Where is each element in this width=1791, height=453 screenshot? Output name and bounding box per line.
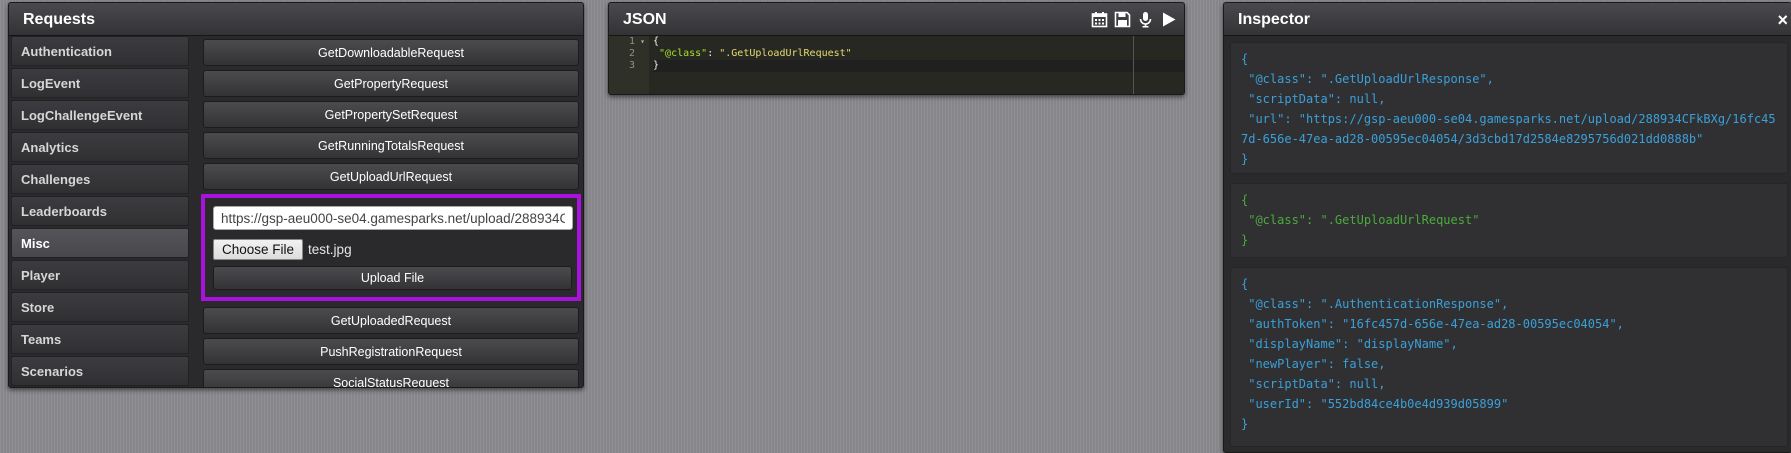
microphone-icon[interactable] [1136,10,1155,29]
get-running-totals-request-button[interactable]: GetRunningTotalsRequest [203,132,579,159]
code-line: "@class": ".GetUploadUrlRequest" [653,48,1184,60]
log-line: "@class": ".AuthenticationResponse", [1241,297,1509,311]
get-property-set-request-button[interactable]: GetPropertySetRequest [203,101,579,128]
json-editor[interactable]: 1 ▾ 2 3 { "@class": ".GetUploadUrlRequest… [609,36,1184,94]
log-line: } [1241,417,1249,431]
get-property-request-button[interactable]: GetPropertyRequest [203,70,579,97]
upload-form: Choose File test.jpg Upload File [201,194,581,301]
json-panel-title: JSON [609,3,1184,36]
editor-code: { "@class": ".GetUploadUrlRequest" } [653,36,1184,72]
category-logchallengeevent[interactable]: LogChallengeEvent [11,100,189,130]
category-misc[interactable]: Misc [11,228,189,258]
get-uploaded-request-button[interactable]: GetUploadedRequest [203,307,579,334]
code-line-active: } [653,60,1184,72]
category-teams[interactable]: Teams [11,324,189,354]
log-line: { [1241,277,1249,291]
get-downloadable-request-button[interactable]: GetDownloadableRequest [203,39,579,66]
log-entry-upload-url-request: { "@class": ".GetUploadUrlRequest"} [1230,183,1788,258]
json-panel: JSON 1 ▾ 2 3 { "@class": ".GetUploadUrlRe… [608,2,1185,95]
category-list: Authentication LogEvent LogChallengeEven… [9,36,191,387]
choose-file-button[interactable]: Choose File [213,239,304,260]
print-margin [1133,36,1134,94]
play-icon[interactable] [1159,10,1178,29]
inspector-panel: Inspector × { "@class": ".GetUploadUrlRe… [1223,2,1791,453]
line-number-text: 1 [628,36,635,47]
code-value: ".GetUploadUrlRequest" [719,48,852,59]
category-authentication[interactable]: Authentication [11,36,189,66]
inspector-panel-title: Inspector × [1224,3,1791,36]
json-panel-title-text: JSON [623,11,667,28]
category-scenarios[interactable]: Scenarios [11,356,189,386]
log-line: "displayName": "displayName", [1241,337,1458,351]
log-line: "scriptData": null, [1241,92,1386,106]
line-number: 3 [628,60,635,71]
calendar-icon[interactable] [1090,10,1109,29]
inspector-title-text: Inspector [1238,11,1311,28]
requests-panel: Requests Authentication LogEvent LogChal… [8,2,584,388]
log-line: { [1241,52,1249,66]
category-analytics[interactable]: Analytics [11,132,189,162]
log-line-url: "url": "https://gsp-aeu000-se04.gamespar… [1241,112,1776,146]
file-picker-row: Choose File test.jpg [213,239,569,260]
log-line: "newPlayer": false, [1241,357,1386,371]
log-entry-authentication-response: { "@class": ".AuthenticationResponse", "… [1230,267,1788,447]
log-line: { [1241,193,1249,207]
log-line: "authToken": "16fc457d-656e-47ea-ad28-00… [1241,317,1624,331]
save-icon[interactable] [1113,10,1132,29]
upload-file-button[interactable]: Upload File [213,266,572,290]
code-colon: : [707,48,720,59]
close-icon[interactable]: × [1777,4,1788,37]
requests-panel-title: Requests [9,3,583,36]
log-line: "userId": "552bd84ce4b0e4d939d05899" [1241,397,1509,411]
editor-gutter: 1 ▾ 2 3 [609,36,649,94]
log-line: } [1241,233,1249,247]
upload-url-input[interactable] [213,206,573,230]
log-line: "@class": ".GetUploadUrlRequest" [1241,213,1480,227]
log-line: "scriptData": null, [1241,377,1386,391]
code-line: { [653,36,660,47]
line-number: 1 ▾ [609,36,649,48]
log-line: "@class": ".GetUploadUrlResponse", [1241,72,1494,86]
category-leaderboards[interactable]: Leaderboards [11,196,189,226]
category-store[interactable]: Store [11,292,189,322]
social-status-request-button[interactable]: SocialStatusRequest [203,369,579,387]
code-key: "@class" [659,48,708,59]
line-number: 2 [628,48,635,59]
selected-file-name: test.jpg [308,242,352,257]
get-upload-url-request-button[interactable]: GetUploadUrlRequest [203,163,579,190]
category-player[interactable]: Player [11,260,189,290]
json-toolbar [1090,10,1178,29]
request-list: GetDownloadableRequest GetPropertyReques… [201,39,581,387]
category-challenges[interactable]: Challenges [11,164,189,194]
log-entry-upload-url-response: { "@class": ".GetUploadUrlResponse", "sc… [1230,42,1788,174]
push-registration-request-button[interactable]: PushRegistrationRequest [203,338,579,365]
fold-arrow-icon[interactable]: ▾ [640,36,645,48]
log-line: } [1241,152,1249,166]
category-logevent[interactable]: LogEvent [11,68,189,98]
